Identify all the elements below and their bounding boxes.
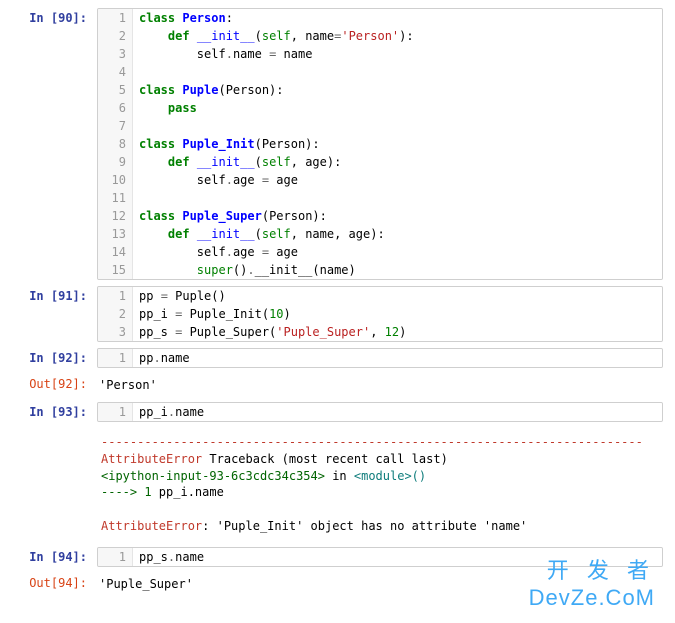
traceback: ----------------------------------------… (97, 428, 663, 541)
prompt-out: Out[94]: (29, 576, 87, 590)
notebook-cell: Out[92]: 'Person' (12, 374, 663, 396)
code-line: class Person: (133, 9, 662, 27)
code-input[interactable]: 1pp_i.name (97, 402, 663, 422)
code-line: def __init__(self, name='Person'): (133, 27, 662, 45)
code-line: pp_i = Puple_Init(10) (133, 305, 662, 323)
line-number: 9 (98, 153, 133, 171)
prompt: In [93]: (12, 402, 97, 422)
code-line: self.age = age (133, 171, 662, 189)
notebook-cell: ----------------------------------------… (12, 428, 663, 541)
notebook-cell: In [90]: 1class Person:2 def __init__(sel… (12, 8, 663, 280)
code-input[interactable]: 1pp_s.name (97, 547, 663, 567)
notebook-cell: In [92]: 1pp.name (12, 348, 663, 368)
prompt: In [90]: (12, 8, 97, 280)
line-number: 2 (98, 27, 133, 45)
line-number: 4 (98, 63, 133, 81)
line-number: 11 (98, 189, 133, 207)
line-number: 6 (98, 99, 133, 117)
notebook-cell: Out[94]: 'Puple_Super' (12, 573, 663, 595)
notebook-cell: In [93]: 1pp_i.name (12, 402, 663, 422)
code-line (133, 117, 662, 135)
line-number: 1 (98, 9, 133, 27)
code-line: pp_s = Puple_Super('Puple_Super', 12) (133, 323, 662, 341)
line-number: 2 (98, 305, 133, 323)
notebook-cell: In [91]: 1pp = Puple()2pp_i = Puple_Init(… (12, 286, 663, 342)
line-number: 10 (98, 171, 133, 189)
prompt-in: In [91]: (29, 289, 87, 303)
code-input[interactable]: 1class Person:2 def __init__(self, name=… (97, 8, 663, 280)
line-number: 3 (98, 323, 133, 341)
output-text: 'Puple_Super' (97, 573, 663, 595)
traceback-message: AttributeError: 'Puple_Init' object has … (101, 518, 659, 535)
code-input[interactable]: 1pp = Puple()2pp_i = Puple_Init(10)3pp_s… (97, 286, 663, 342)
code-line: pp_i.name (133, 403, 662, 421)
prompt: In [94]: (12, 547, 97, 567)
line-number: 13 (98, 225, 133, 243)
traceback-arrow-line: ----> 1 pp_i.name (101, 484, 659, 501)
prompt-in: In [94]: (29, 550, 87, 564)
output-text: 'Person' (97, 374, 663, 396)
prompt: In [91]: (12, 286, 97, 342)
line-number: 15 (98, 261, 133, 279)
prompt: Out[94]: (12, 573, 97, 595)
line-number: 3 (98, 45, 133, 63)
code-line (133, 189, 662, 207)
code-line: self.age = age (133, 243, 662, 261)
prompt-out: Out[92]: (29, 377, 87, 391)
code-line: class Puple_Init(Person): (133, 135, 662, 153)
code-line: def __init__(self, age): (133, 153, 662, 171)
code-line: pp.name (133, 349, 662, 367)
prompt-in: In [92]: (29, 351, 87, 365)
prompt: Out[92]: (12, 374, 97, 396)
code-line: pass (133, 99, 662, 117)
code-input[interactable]: 1pp.name (97, 348, 663, 368)
notebook-cell: In [94]: 1pp_s.name (12, 547, 663, 567)
line-number: 7 (98, 117, 133, 135)
line-number: 1 (98, 287, 133, 305)
traceback-header: AttributeError Traceback (most recent ca… (101, 451, 659, 468)
code-line: self.name = name (133, 45, 662, 63)
code-line (133, 63, 662, 81)
traceback-separator: ----------------------------------------… (101, 434, 659, 451)
code-line: pp_s.name (133, 548, 662, 566)
code-line: class Puple_Super(Person): (133, 207, 662, 225)
code-line: class Puple(Person): (133, 81, 662, 99)
code-line: def __init__(self, name, age): (133, 225, 662, 243)
line-number: 1 (98, 548, 133, 566)
code-line: super().__init__(name) (133, 261, 662, 279)
line-number: 12 (98, 207, 133, 225)
line-number: 14 (98, 243, 133, 261)
line-number: 5 (98, 81, 133, 99)
prompt: In [92]: (12, 348, 97, 368)
code-line: pp = Puple() (133, 287, 662, 305)
prompt-in: In [93]: (29, 405, 87, 419)
prompt-in: In [90]: (29, 11, 87, 25)
prompt (12, 428, 97, 541)
line-number: 1 (98, 349, 133, 367)
traceback-location: <ipython-input-93-6c3cdc34c354> in <modu… (101, 468, 659, 485)
line-number: 1 (98, 403, 133, 421)
line-number: 8 (98, 135, 133, 153)
